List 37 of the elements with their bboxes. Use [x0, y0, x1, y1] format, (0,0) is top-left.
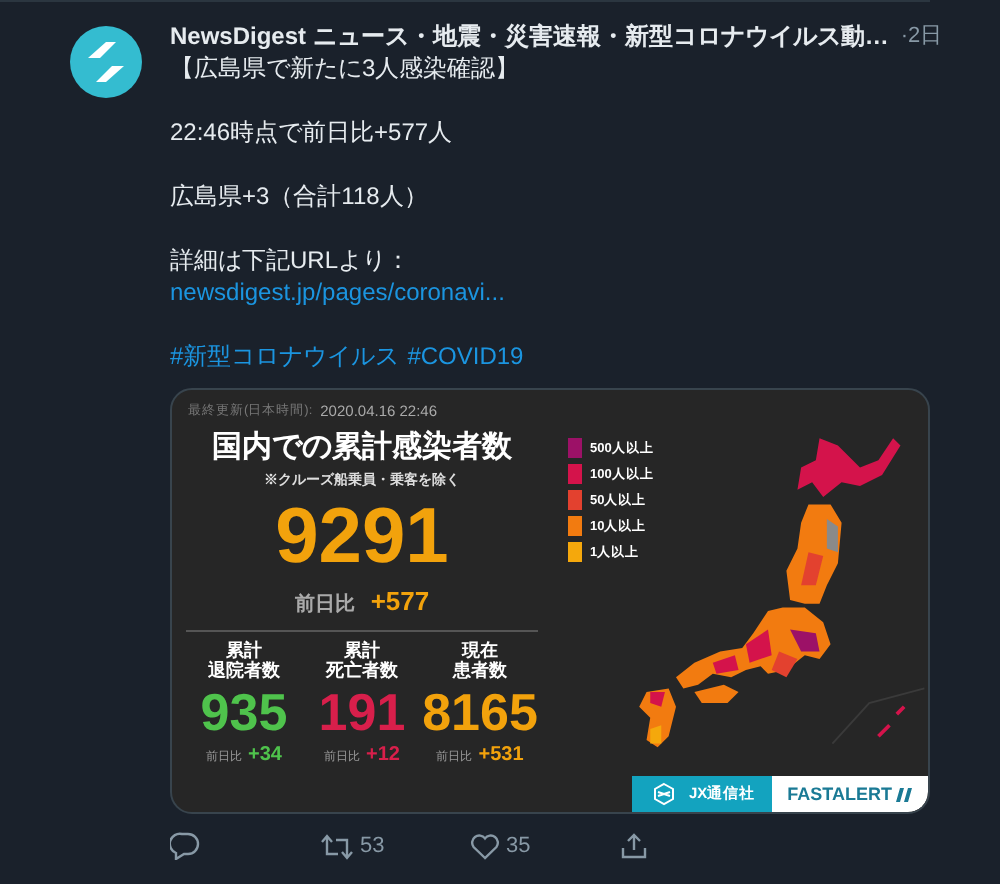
stat-label: 累計 死亡者数	[326, 640, 398, 680]
stat-value: 8165	[422, 680, 538, 744]
stat-change: +531	[478, 744, 524, 766]
avatar[interactable]	[70, 26, 142, 98]
hokkaido-map-drawing	[797, 438, 901, 498]
brand-name: FASTALERT	[787, 784, 892, 804]
tweet-text: 広島県+3（合計118人）	[170, 182, 428, 210]
change-value: +577	[370, 586, 430, 616]
share-icon[interactable]	[620, 832, 648, 860]
tweet-text: 22:46時点で前日比+577人	[170, 118, 453, 146]
action-count: 53	[360, 834, 385, 858]
hashtag-link[interactable]: #COVID19	[407, 340, 524, 372]
retweet-icon[interactable]	[320, 833, 354, 859]
tweet-text: 詳細は下記URLより：	[170, 246, 411, 274]
reply-icon[interactable]	[170, 832, 200, 860]
hexagon-logo-icon	[652, 782, 677, 806]
stat-label: 現在 患者数	[453, 640, 507, 680]
tweet-time[interactable]: ·2日	[900, 20, 943, 52]
tweet-link[interactable]: newsdigest.jp/pages/coronavi...	[170, 278, 505, 306]
action-count: 35	[506, 834, 531, 858]
infographic-title: 国内での累計感染者数	[212, 428, 512, 466]
okinawa-inset-drawing	[831, 687, 926, 745]
shikoku-map-drawing	[694, 684, 739, 704]
change-label: 前日比	[294, 591, 355, 618]
stat-label: 累計 退院者数	[208, 640, 280, 680]
northern-honshu-map-drawing	[786, 504, 842, 604]
author-name[interactable]: NewsDigest ニュース・地震・災害速報・新型コロナウイルス動…	[170, 20, 889, 52]
stat-value: 191	[318, 680, 406, 744]
slash-logo-icon	[896, 785, 912, 803]
tweet-text: 【広島県で新たに3人感染確認】	[170, 54, 520, 82]
total-cases: 9291	[275, 494, 449, 582]
stat-change: +34	[248, 744, 282, 766]
kyushu-map-drawing	[639, 688, 676, 748]
heart-icon[interactable]	[470, 833, 500, 859]
stat-change: +12	[366, 744, 400, 766]
stat-value: 935	[200, 680, 288, 744]
hashtag-link[interactable]: #新型コロナウイルス	[170, 340, 400, 372]
